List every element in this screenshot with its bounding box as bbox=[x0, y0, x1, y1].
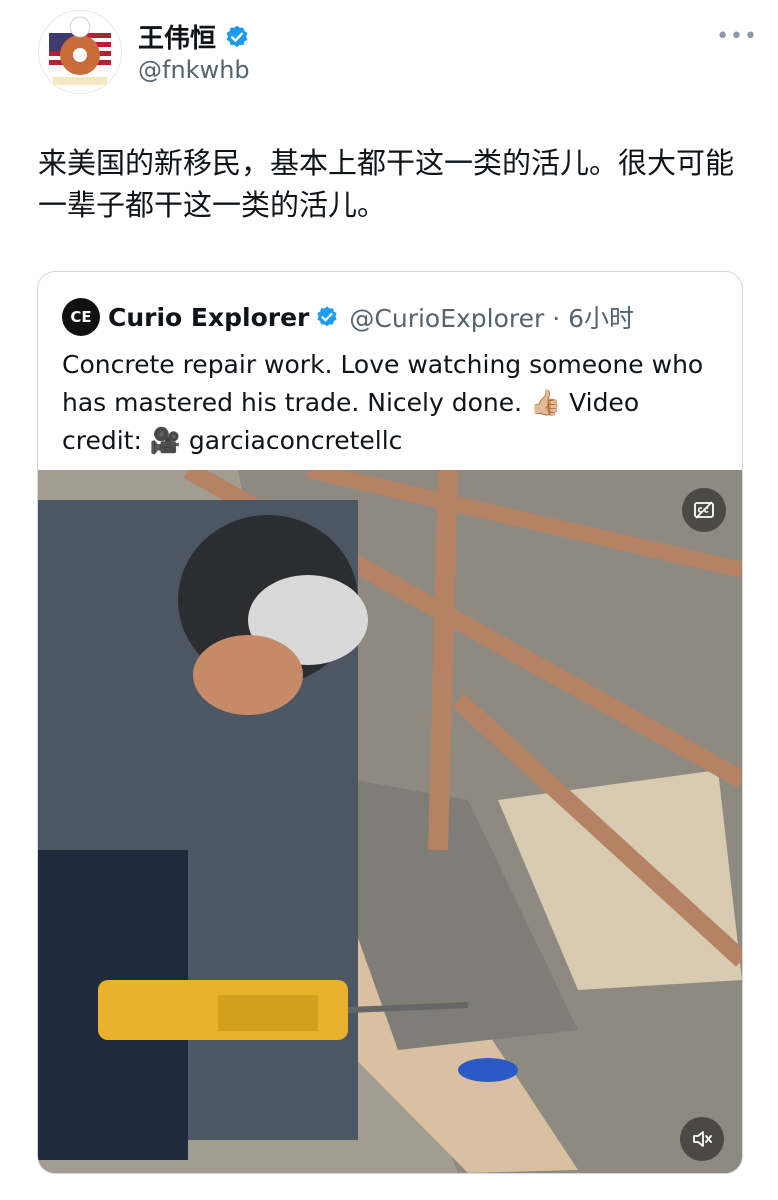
more-options-icon[interactable]: ••• bbox=[716, 24, 758, 49]
author-name-row: 王伟恒 bbox=[138, 18, 250, 55]
video-player[interactable] bbox=[38, 470, 742, 1173]
quoted-tweet-text: Concrete repair work. Love watching some… bbox=[62, 350, 704, 455]
author-display-name[interactable]: 王伟恒 bbox=[138, 18, 216, 55]
quoted-author-name[interactable]: Curio Explorer bbox=[108, 303, 309, 332]
quoted-tweet-header: CE Curio Explorer @CurioExplorer · 6小时 bbox=[62, 298, 634, 336]
mute-icon[interactable] bbox=[680, 1117, 724, 1161]
verified-badge-icon bbox=[317, 306, 337, 327]
captions-icon[interactable] bbox=[682, 488, 726, 532]
post-text: 来美国的新移民，基本上都干这一类的活儿。很大可能一辈子都干这一类的活儿。 bbox=[38, 146, 735, 222]
verified-badge-icon bbox=[226, 25, 248, 47]
video-frame bbox=[38, 470, 742, 1173]
avatar-image bbox=[39, 11, 121, 93]
quoted-author-avatar[interactable]: CE bbox=[62, 298, 100, 336]
author-handle[interactable]: @fnkwhb bbox=[138, 56, 250, 84]
author-avatar[interactable] bbox=[38, 10, 122, 94]
quoted-author-handle-time[interactable]: @CurioExplorer · 6小时 bbox=[349, 299, 634, 335]
quoted-tweet-card[interactable]: CE Curio Explorer @CurioExplorer · 6小时 C… bbox=[37, 271, 743, 1174]
tweet-header: 王伟恒 @fnkwhb ••• bbox=[38, 10, 758, 100]
